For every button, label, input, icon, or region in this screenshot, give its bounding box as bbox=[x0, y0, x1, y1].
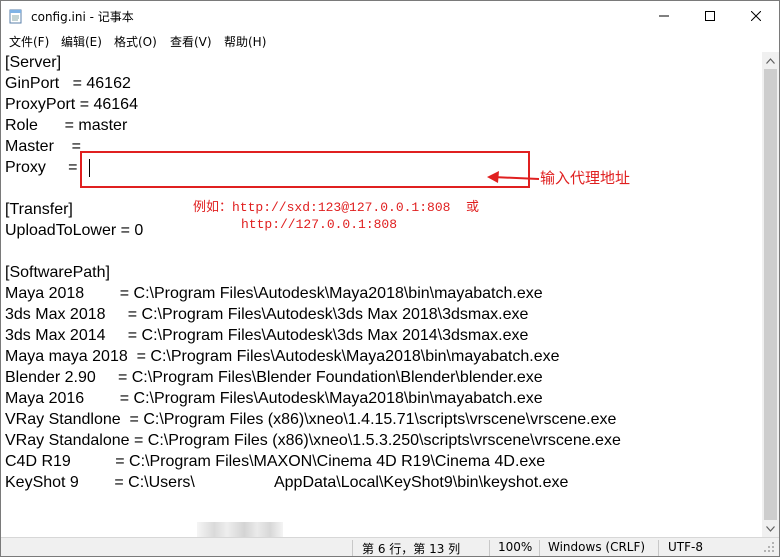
status-divider bbox=[352, 540, 353, 556]
annotation-example-1: 例如：http://sxd:123@127.0.0.1:808 或 bbox=[193, 200, 480, 215]
minimize-icon bbox=[659, 15, 669, 17]
maximize-button[interactable] bbox=[687, 1, 733, 31]
menu-edit[interactable]: 编辑(E) bbox=[61, 33, 102, 50]
encoding: UTF-8 bbox=[668, 540, 703, 554]
text-line: [Server] bbox=[5, 54, 62, 71]
scroll-up-button[interactable] bbox=[762, 52, 779, 69]
text-line: ProxyPort = 46164 bbox=[5, 96, 138, 113]
text-line: UploadToLower = 0 bbox=[5, 222, 144, 239]
text-line: C4D R19 = C:\Program Files\MAXON\Cinema … bbox=[5, 453, 546, 470]
text-line: [Transfer] bbox=[5, 201, 73, 218]
text-line: VRay Standalone = C:\Program Files (x86)… bbox=[5, 432, 621, 449]
status-divider bbox=[658, 540, 659, 556]
annotation-label: 输入代理地址 bbox=[540, 169, 631, 187]
text-line: Master = bbox=[5, 138, 82, 155]
text-line: 3ds Max 2018 = C:\Program Files\Autodesk… bbox=[5, 306, 529, 323]
text-line: Proxy = bbox=[5, 159, 78, 176]
title-bar[interactable]: config.ini - 记事本 bbox=[1, 1, 779, 31]
chevron-down-icon bbox=[766, 525, 775, 532]
menu-file[interactable]: 文件(F) bbox=[9, 33, 49, 50]
zoom-level: 100% bbox=[498, 540, 533, 554]
close-button[interactable] bbox=[733, 1, 779, 31]
text-line: GinPort = 46162 bbox=[5, 75, 131, 92]
text-line: Maya 2018 = C:\Program Files\Autodesk\Ma… bbox=[5, 285, 543, 302]
text-line: Maya 2016 = C:\Program Files\Autodesk\Ma… bbox=[5, 390, 543, 407]
text-line: Maya maya 2018 = C:\Program Files\Autode… bbox=[5, 348, 560, 365]
text-line: Role = master bbox=[5, 117, 128, 134]
vertical-scrollbar[interactable] bbox=[762, 52, 779, 537]
text-line: KeyShot 9 = C:\Users\ AppData\Local\KeyS… bbox=[5, 474, 569, 491]
text-line: VRay Standlone = C:\Program Files (x86)\… bbox=[5, 411, 617, 428]
close-icon bbox=[751, 11, 761, 21]
status-divider bbox=[539, 540, 540, 556]
notepad-icon bbox=[9, 8, 23, 24]
text-line: 3ds Max 2014 = C:\Program Files\Autodesk… bbox=[5, 327, 529, 344]
menu-help[interactable]: 帮助(H) bbox=[224, 33, 266, 50]
scroll-down-button[interactable] bbox=[762, 520, 779, 537]
resize-grip-icon[interactable] bbox=[763, 541, 775, 553]
status-bar: 第 6 行，第 13 列 100% Windows (CRLF) UTF-8 bbox=[1, 537, 779, 556]
proxy-highlight-box bbox=[80, 151, 530, 188]
annotation-example-2: http://127.0.0.1:808 bbox=[241, 217, 398, 232]
notepad-window: config.ini - 记事本 文件(F) 编辑(E) 格式(O) 查看(V)… bbox=[0, 0, 780, 557]
status-divider bbox=[489, 540, 490, 556]
cursor-position: 第 6 行，第 13 列 bbox=[362, 542, 461, 556]
line-ending: Windows (CRLF) bbox=[548, 540, 646, 554]
menu-bar: 文件(F) 编辑(E) 格式(O) 查看(V) 帮助(H) bbox=[1, 31, 779, 51]
minimize-button[interactable] bbox=[641, 1, 687, 31]
text-line: Blender 2.90 = C:\Program Files\Blender … bbox=[5, 369, 543, 386]
menu-view[interactable]: 查看(V) bbox=[170, 33, 212, 50]
text-line: [SoftwarePath] bbox=[5, 264, 110, 281]
scrollbar-thumb[interactable] bbox=[764, 69, 777, 520]
maximize-icon bbox=[705, 11, 715, 21]
redacted-username bbox=[197, 522, 283, 537]
chevron-up-icon bbox=[766, 57, 775, 64]
window-title: config.ini - 记事本 bbox=[31, 10, 134, 24]
menu-format[interactable]: 格式(O) bbox=[114, 33, 157, 50]
arrow-left-icon bbox=[487, 171, 539, 183]
text-editor[interactable]: [Server] GinPort = 46162 ProxyPort = 461… bbox=[1, 52, 762, 537]
